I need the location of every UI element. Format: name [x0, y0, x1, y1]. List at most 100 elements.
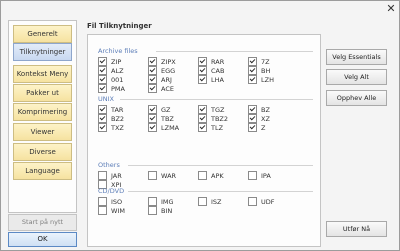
checkbox-egg[interactable]: EGG: [148, 66, 175, 75]
checkbox-lzma[interactable]: LZMA: [148, 123, 179, 132]
checkbox-box[interactable]: [198, 114, 207, 123]
checkbox-arj[interactable]: ARJ: [148, 75, 172, 84]
group-label-archive-files: Archive files: [98, 47, 138, 55]
checkbox-box[interactable]: [98, 75, 107, 84]
checkbox-txz[interactable]: TXZ: [98, 123, 124, 132]
checkbox-cab[interactable]: CAB: [198, 66, 224, 75]
checkbox-box[interactable]: [148, 105, 157, 114]
checkbox-udf[interactable]: UDF: [248, 197, 275, 206]
checkbox-box[interactable]: [198, 171, 207, 180]
group-label-unix: UNIX: [98, 95, 114, 103]
checkbox-label: BZ2: [111, 114, 125, 123]
checkbox-box[interactable]: [248, 171, 257, 180]
checkbox-tlz[interactable]: TLZ: [198, 123, 223, 132]
checkbox-war[interactable]: WAR: [148, 171, 176, 180]
settings-window: ✕ Generelt Tilknytninger Kontekst Meny Pakk…: [0, 0, 400, 251]
checkbox-box[interactable]: [148, 197, 157, 206]
checkbox-rar[interactable]: RAR: [198, 57, 224, 66]
checkbox-tbz[interactable]: TBZ: [148, 114, 174, 123]
sidebar-item-diverse[interactable]: Diverse: [13, 143, 72, 161]
select-essentials-button[interactable]: Velg Essentials: [326, 49, 387, 65]
checkbox-box[interactable]: [148, 206, 157, 215]
sidebar-item-tilknytninger[interactable]: Tilknytninger: [13, 43, 72, 61]
checkbox-box[interactable]: [248, 66, 257, 75]
checkbox-box[interactable]: [148, 84, 157, 93]
checkbox-box[interactable]: [248, 123, 257, 132]
checkbox-box[interactable]: [248, 114, 257, 123]
checkbox-box[interactable]: [148, 123, 157, 132]
checkbox-box[interactable]: [98, 206, 107, 215]
checkbox-tgz[interactable]: TGZ: [198, 105, 224, 114]
checkbox-gz[interactable]: GZ: [148, 105, 171, 114]
restart-button[interactable]: Start på nytt: [8, 214, 77, 231]
select-all-button[interactable]: Velg Alt: [326, 69, 387, 85]
checkbox-wim[interactable]: WIM: [98, 206, 125, 215]
checkbox-zip[interactable]: ZIP: [98, 57, 121, 66]
checkbox-box[interactable]: [248, 105, 257, 114]
checkbox-bz2[interactable]: BZ2: [98, 114, 124, 123]
checkbox-label: IPA: [261, 171, 271, 180]
checkbox-jar[interactable]: JAR: [98, 171, 122, 180]
checkbox-001[interactable]: 001: [98, 75, 123, 84]
group-divider: [128, 191, 313, 192]
checkbox-box[interactable]: [198, 197, 207, 206]
checkbox-label: 7Z: [261, 57, 270, 66]
checkbox-apk[interactable]: APK: [198, 171, 224, 180]
checkbox-tbz2[interactable]: TBZ2: [198, 114, 228, 123]
close-icon[interactable]: ✕: [385, 3, 397, 15]
checkbox-z[interactable]: Z: [248, 123, 265, 132]
checkbox-img[interactable]: IMG: [148, 197, 174, 206]
checkbox-box[interactable]: [98, 171, 107, 180]
checkbox-box[interactable]: [148, 57, 157, 66]
checkbox-bh[interactable]: BH: [248, 66, 270, 75]
checkbox-box[interactable]: [198, 57, 207, 66]
checkbox-box[interactable]: [148, 66, 157, 75]
sidebar-item-language[interactable]: Language: [13, 162, 72, 180]
checkbox-box[interactable]: [98, 57, 107, 66]
checkbox-box[interactable]: [98, 84, 107, 93]
checkbox-bin[interactable]: BIN: [148, 206, 172, 215]
checkbox-isz[interactable]: ISZ: [198, 197, 222, 206]
checkbox-box[interactable]: [98, 114, 107, 123]
checkbox-box[interactable]: [248, 197, 257, 206]
checkbox-box[interactable]: [198, 75, 207, 84]
checkbox-tar[interactable]: TAR: [98, 105, 123, 114]
checkbox-ace[interactable]: ACE: [148, 84, 174, 93]
group-divider: [120, 99, 313, 100]
checkbox-box[interactable]: [98, 123, 107, 132]
checkbox-box[interactable]: [198, 105, 207, 114]
checkbox-box[interactable]: [248, 75, 257, 84]
checkbox-label: ZIPX: [161, 57, 176, 66]
checkbox-xz[interactable]: XZ: [248, 114, 270, 123]
checkbox-box[interactable]: [148, 171, 157, 180]
checkbox-label: TXZ: [111, 123, 124, 132]
checkbox-lha[interactable]: LHA: [198, 75, 224, 84]
checkbox-box[interactable]: [148, 75, 157, 84]
checkbox-box[interactable]: [198, 66, 207, 75]
checkbox-box[interactable]: [98, 197, 107, 206]
checkbox-zipx[interactable]: ZIPX: [148, 57, 176, 66]
checkbox-box[interactable]: [248, 57, 257, 66]
deselect-all-button[interactable]: Opphev Alle: [326, 90, 387, 106]
sidebar-item-generelt[interactable]: Generelt: [13, 25, 72, 43]
group-divider: [156, 51, 313, 52]
checkbox-label: ISO: [111, 197, 123, 206]
checkbox-box[interactable]: [198, 123, 207, 132]
sidebar-item-pakker-ut[interactable]: Pakker ut: [13, 84, 72, 102]
checkbox-label: LZMA: [161, 123, 180, 132]
checkbox-box[interactable]: [98, 105, 107, 114]
checkbox-7z[interactable]: 7Z: [248, 57, 270, 66]
execute-now-button[interactable]: Utfør Nå: [326, 221, 387, 237]
checkbox-box[interactable]: [98, 66, 107, 75]
checkbox-lzh[interactable]: LZH: [248, 75, 274, 84]
checkbox-bz[interactable]: BZ: [248, 105, 270, 114]
checkbox-pma[interactable]: PMA: [98, 84, 125, 93]
checkbox-iso[interactable]: ISO: [98, 197, 122, 206]
sidebar-item-komprimering[interactable]: Komprimering: [13, 103, 72, 121]
sidebar-item-kontekst-meny[interactable]: Kontekst Meny: [13, 65, 72, 83]
checkbox-ipa[interactable]: IPA: [248, 171, 271, 180]
checkbox-box[interactable]: [148, 114, 157, 123]
ok-button[interactable]: OK: [8, 232, 77, 247]
sidebar-item-viewer[interactable]: Viewer: [13, 123, 72, 141]
checkbox-alz[interactable]: ALZ: [98, 66, 124, 75]
